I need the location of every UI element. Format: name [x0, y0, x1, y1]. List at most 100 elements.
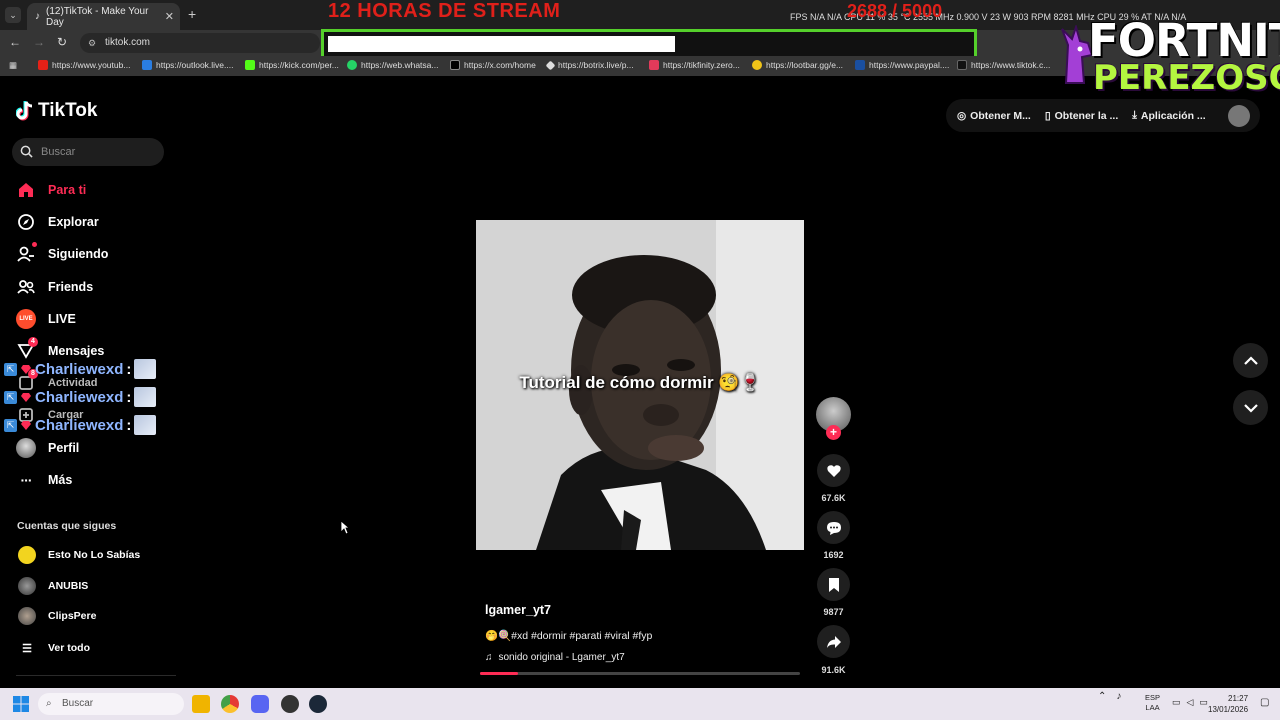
chat-message: ⇱ Charliewexd :: [4, 358, 157, 380]
account-avatar: [18, 577, 36, 595]
back-button[interactable]: ←: [9, 35, 21, 49]
nav-item-friends[interactable]: Friends: [16, 276, 93, 298]
comment-button[interactable]: [817, 511, 850, 544]
next-video-button[interactable]: [1233, 390, 1268, 425]
following-section-title: Cuentas que sigues: [17, 520, 117, 532]
taskbar-clock[interactable]: 21:27 13/01/2026: [1208, 693, 1248, 715]
chevron-up-icon: [1243, 355, 1258, 365]
share-button[interactable]: [817, 625, 850, 658]
home-icon: [16, 180, 36, 200]
goal-bar-fill: [328, 36, 675, 52]
gem-badge-icon: [21, 393, 31, 402]
platform-badge-icon: ⇱: [4, 362, 17, 376]
like-button[interactable]: [817, 454, 850, 487]
obs-icon[interactable]: [281, 695, 299, 713]
account-avatar: [18, 607, 36, 625]
nav-item-explorar[interactable]: Explorar: [16, 211, 99, 233]
bookmark-whatsapp[interactable]: https://web.whatsa...: [347, 60, 438, 70]
bookmark-outlook[interactable]: https://outlook.live....: [142, 60, 233, 70]
reload-button[interactable]: ↻: [57, 35, 67, 49]
comment-icon: [826, 521, 841, 535]
get-coins-button[interactable]: ◎ Obtener M...: [957, 110, 1031, 122]
share-icon: [826, 635, 841, 648]
bookmark-botrix[interactable]: https://botrix.live/p...: [545, 60, 634, 70]
nav-item-siguiendo[interactable]: Siguiendo: [16, 242, 108, 265]
previous-video-button[interactable]: [1233, 343, 1268, 378]
notifications-icon[interactable]: ▢: [1260, 697, 1269, 708]
bookmark-lootbar[interactable]: https://lootbar.gg/e...: [752, 60, 843, 70]
tiktok-favicon-icon: ♪: [35, 11, 40, 22]
video-author[interactable]: lgamer_yt7: [485, 603, 551, 617]
user-avatar[interactable]: [1228, 105, 1250, 127]
tab-search-button[interactable]: ⌄: [5, 7, 21, 23]
save-count: 9877: [823, 607, 844, 617]
bookmark-youtube[interactable]: https://www.youtub...: [38, 60, 130, 70]
nav-item-perfil[interactable]: Perfil: [16, 437, 79, 459]
input-language[interactable]: ESP LAA: [1145, 693, 1160, 713]
account-avatar: [18, 546, 36, 564]
like-count: 67.6K: [821, 493, 846, 503]
new-tab-button[interactable]: +: [188, 6, 196, 22]
discord-icon[interactable]: [251, 695, 269, 713]
forward-button[interactable]: →: [33, 35, 45, 49]
chevron-down-icon: [1243, 403, 1258, 413]
compass-icon: [16, 212, 36, 232]
messages-badge: 4: [28, 337, 38, 347]
steam-icon[interactable]: [309, 695, 327, 713]
coin-icon: ◎: [957, 109, 967, 122]
video-description: 🤭🍭#xd #dormir #parati #viral #fyp: [485, 630, 653, 642]
nav-item-para-ti[interactable]: Para ti: [16, 179, 86, 201]
comment-count: 1692: [823, 550, 844, 560]
stream-title: 12 HORAS DE STREAM: [328, 0, 561, 22]
see-all-link[interactable]: ☰ Ver todo: [18, 638, 90, 658]
share-count: 91.6K: [821, 665, 846, 675]
list-icon: ☰: [22, 642, 32, 655]
sidebar-divider: [16, 675, 176, 676]
bookmark-x[interactable]: https://x.com/home: [450, 60, 536, 70]
chrome-icon[interactable]: [221, 695, 239, 713]
search-placeholder: Buscar: [41, 146, 76, 158]
phone-icon: ▯: [1044, 109, 1051, 122]
nav-item-mas[interactable]: ··· Más: [16, 469, 73, 491]
download-icon: ⤓: [1132, 109, 1137, 121]
browser-tab-active[interactable]: ♪ (12)TikTok - Make Your Day ✕: [27, 3, 180, 30]
top-actions-bar: ◎ Obtener M... ▯ Obtener la ... ⤓ Aplicació…: [946, 99, 1260, 132]
search-input[interactable]: Buscar: [12, 138, 164, 166]
search-icon: [20, 145, 33, 158]
video-progress-fill: [480, 672, 519, 675]
bookmark-tiktok[interactable]: https://www.tiktok.c...: [957, 60, 1050, 70]
platform-badge-icon: ⇱: [4, 390, 17, 404]
taskbar-search[interactable]: ⌕ Buscar: [38, 693, 184, 715]
video-music[interactable]: ♫ sonido original - Lgamer_yt7: [485, 652, 625, 663]
bookmark-tikfinity[interactable]: https://tikfinity.zero...: [649, 60, 740, 70]
apps-icon[interactable]: ▦: [9, 60, 17, 71]
more-icon: ···: [20, 472, 33, 488]
followed-account[interactable]: Esto No Lo Sabías: [18, 545, 140, 565]
chat-username: Charliewexd: [35, 360, 124, 378]
gem-badge-icon: [21, 421, 31, 430]
live-icon: LIVE: [16, 309, 36, 329]
video-progress-track[interactable]: [480, 672, 800, 675]
tiktok-logo[interactable]: TikTok: [16, 100, 97, 122]
follow-button[interactable]: +: [826, 425, 841, 440]
bookmark-paypal[interactable]: https://www.paypal....: [855, 60, 949, 70]
address-bar[interactable]: ⚙ tiktok.com: [80, 33, 320, 53]
nav-item-live[interactable]: LIVE LIVE: [16, 308, 76, 330]
get-app-button[interactable]: ▯ Obtener la ...: [1045, 110, 1118, 122]
followed-account[interactable]: ClipsPere: [18, 606, 96, 626]
followed-account[interactable]: ANUBIS: [18, 576, 88, 596]
windows-start-icon[interactable]: [13, 696, 29, 712]
video-caption-overlay: Tutorial de cómo dormir 🧐🍷: [519, 373, 761, 392]
site-info-icon[interactable]: ⚙: [88, 33, 96, 53]
file-explorer-icon[interactable]: [192, 695, 210, 713]
bookmark-kick[interactable]: https://kick.com/per...: [245, 60, 339, 70]
bookmark-icon: [828, 577, 839, 592]
desktop-app-button[interactable]: ⤓ Aplicación ...: [1132, 109, 1205, 122]
goal-count: 2688 / 5000: [847, 1, 943, 21]
chat-emote: [134, 359, 157, 379]
following-icon: [16, 242, 37, 264]
close-tab-icon[interactable]: ✕: [165, 10, 174, 23]
save-button[interactable]: [817, 568, 850, 601]
chat-username: Charliewexd: [35, 416, 124, 434]
chat-message: ⇱ Charliewexd :: [4, 386, 157, 408]
